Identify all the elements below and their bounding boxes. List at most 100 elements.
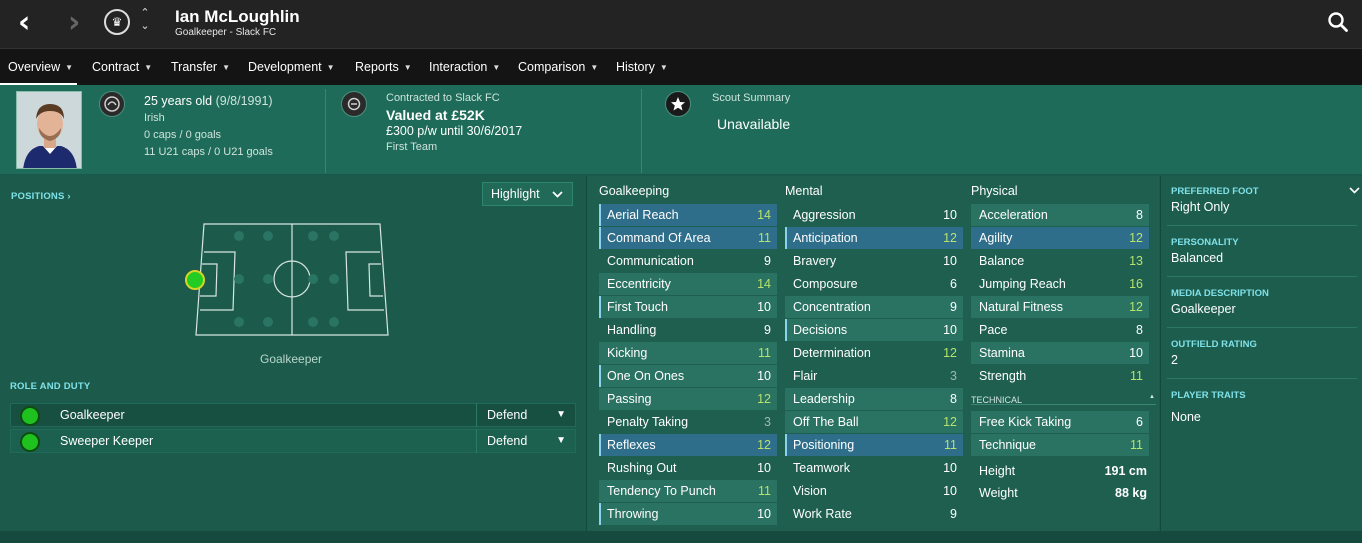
attribute-row[interactable]: Bravery 10 (785, 250, 963, 272)
attribute-row[interactable]: Communication 9 (599, 250, 777, 272)
role-row-goalkeeper[interactable]: Goalkeeper Defend ▼ (10, 403, 576, 427)
player-traits-label: PLAYER TRAITS (1171, 390, 1246, 401)
tab-development[interactable]: Development ▼ (248, 49, 335, 85)
attribute-row[interactable]: Passing 12 (599, 388, 777, 410)
attribute-row[interactable]: Reflexes 12 (599, 434, 777, 456)
tab-reports[interactable]: Reports ▼ (355, 49, 412, 85)
attribute-row[interactable]: Work Rate 9 (785, 503, 963, 525)
attribute-row[interactable]: Positioning 11 (785, 434, 963, 456)
tab-contract[interactable]: Contract ▼ (92, 49, 152, 85)
personality-value: Balanced (1171, 251, 1224, 265)
attribute-name: Anticipation (793, 231, 858, 245)
contract-icon (341, 91, 367, 117)
attribute-row[interactable]: Anticipation 12 (785, 227, 963, 249)
attribute-row[interactable]: Tendency To Punch 11 (599, 480, 777, 502)
attribute-row[interactable]: Determination 12 (785, 342, 963, 364)
height-label: Height (979, 464, 1016, 478)
media-description-value: Goalkeeper (1171, 302, 1236, 316)
attribute-value: 3 (950, 369, 957, 383)
attribute-value: 10 (1129, 346, 1143, 360)
attribute-row[interactable]: Composure 6 (785, 273, 963, 295)
attribute-name: Aerial Reach (607, 208, 679, 222)
attribute-row[interactable]: Jumping Reach 16 (971, 273, 1149, 295)
tab-history[interactable]: History ▼ (616, 49, 668, 85)
tab-overview[interactable]: Overview ▼ (0, 49, 78, 85)
attribute-row[interactable]: Off The Ball 12 (785, 411, 963, 433)
tab-comparison[interactable]: Comparison ▼ (518, 49, 598, 85)
highlight-dropdown[interactable]: Highlight (482, 182, 573, 206)
duty-dropdown[interactable]: Defend ▼ (476, 403, 576, 427)
attribute-row[interactable]: Leadership 8 (785, 388, 963, 410)
attribute-row[interactable]: Penalty Taking 3 (599, 411, 777, 433)
attribute-row[interactable]: Acceleration 8 (971, 204, 1149, 226)
height-value: 191 cm (1104, 464, 1147, 478)
role-row-sweeper-keeper[interactable]: Sweeper Keeper Defend ▼ (10, 429, 576, 453)
player-age: 25 years old (9/8/1991) (144, 94, 273, 108)
club-badge-icon[interactable]: ♛ (104, 9, 130, 35)
chevron-down-icon: ▼ (492, 63, 501, 72)
attribute-row[interactable]: Balance 13 (971, 250, 1149, 272)
wage: £300 p/w until 30/6/2017 (386, 124, 523, 138)
chevron-down-icon (552, 191, 563, 198)
position-pitch (185, 223, 389, 336)
role-icon (20, 406, 40, 426)
tab-label: Development (248, 60, 322, 74)
attribute-row[interactable]: Aggression 10 (785, 204, 963, 226)
attribute-row[interactable]: Vision 10 (785, 480, 963, 502)
chevron-down-icon: ▼ (222, 63, 230, 72)
personality: PERSONALITY Balanced (1171, 237, 1356, 265)
attribute-row[interactable]: Teamwork 10 (785, 457, 963, 479)
attribute-value: 10 (757, 507, 771, 521)
forward-button[interactable]: › (68, 8, 80, 38)
attribute-row[interactable]: Stamina 10 (971, 342, 1149, 364)
attribute-row[interactable]: Technique 11 (971, 434, 1149, 456)
next-player-icon[interactable]: ⌄ (138, 19, 152, 32)
previous-player-icon[interactable]: ⌃ (138, 6, 152, 19)
attribute-row[interactable]: Kicking 11 (599, 342, 777, 364)
attribute-row[interactable]: Strength 11 (971, 365, 1149, 387)
attribute-row[interactable]: Flair 3 (785, 365, 963, 387)
attribute-value: 11 (1130, 438, 1143, 452)
caps: 0 caps / 0 goals (144, 129, 222, 141)
attribute-row[interactable]: Handling 9 (599, 319, 777, 341)
tab-interaction[interactable]: Interaction ▼ (429, 49, 500, 85)
positions-title[interactable]: POSITIONS › (11, 191, 71, 202)
attribute-name: Decisions (793, 323, 848, 337)
back-button[interactable]: ‹ (18, 8, 30, 38)
attribute-row[interactable]: First Touch 10 (599, 296, 777, 318)
attribute-row[interactable]: Eccentricity 14 (599, 273, 777, 295)
attribute-row[interactable]: Free Kick Taking 6 (971, 411, 1149, 433)
flag-ireland-icon (99, 91, 125, 117)
attribute-value: 9 (764, 254, 771, 268)
attribute-row[interactable]: Aerial Reach 14 (599, 204, 777, 226)
player-cycle-control[interactable]: ⌃ ⌄ (138, 6, 152, 32)
player-photo (16, 91, 82, 169)
attribute-row[interactable]: Pace 8 (971, 319, 1149, 341)
attribute-value: 9 (764, 323, 771, 337)
weight-row: Weight 88 kg (979, 483, 1155, 503)
duty-dropdown[interactable]: Defend ▼ (476, 429, 576, 453)
player-info-strip: 25 years old (9/8/1991) Irish 0 caps / 0… (0, 85, 1362, 175)
player-subtitle[interactable]: Goalkeeper - Slack FC (175, 27, 276, 38)
attribute-row[interactable]: Rushing Out 10 (599, 457, 777, 479)
attribute-row[interactable]: Concentration 9 (785, 296, 963, 318)
role-duty-title: ROLE AND DUTY (10, 381, 91, 392)
attribute-row[interactable]: One On Ones 10 (599, 365, 777, 387)
attribute-name: Concentration (793, 300, 871, 314)
divider (1167, 378, 1357, 379)
attribute-row[interactable]: Agility 12 (971, 227, 1149, 249)
attribute-row[interactable]: Command Of Area 11 (599, 227, 777, 249)
chevron-down-icon: ▼ (659, 63, 668, 72)
attribute-row[interactable]: Throwing 10 (599, 503, 777, 525)
tab-bar: Overview ▼ Contract ▼ Transfer ▼ Developmen… (0, 48, 1362, 85)
chevron-down-icon: ▼ (65, 63, 74, 72)
star-icon (665, 91, 691, 117)
attribute-name: Aggression (793, 208, 856, 222)
attribute-row[interactable]: Natural Fitness 12 (971, 296, 1149, 318)
attribute-value: 6 (1136, 415, 1143, 429)
collapse-icon[interactable]: ▲ (1149, 394, 1155, 400)
attribute-row[interactable]: Decisions 10 (785, 319, 963, 341)
u21-caps: 11 U21 caps / 0 U21 goals (144, 146, 273, 158)
tab-transfer[interactable]: Transfer ▼ (171, 49, 230, 85)
search-icon[interactable] (1327, 11, 1349, 33)
